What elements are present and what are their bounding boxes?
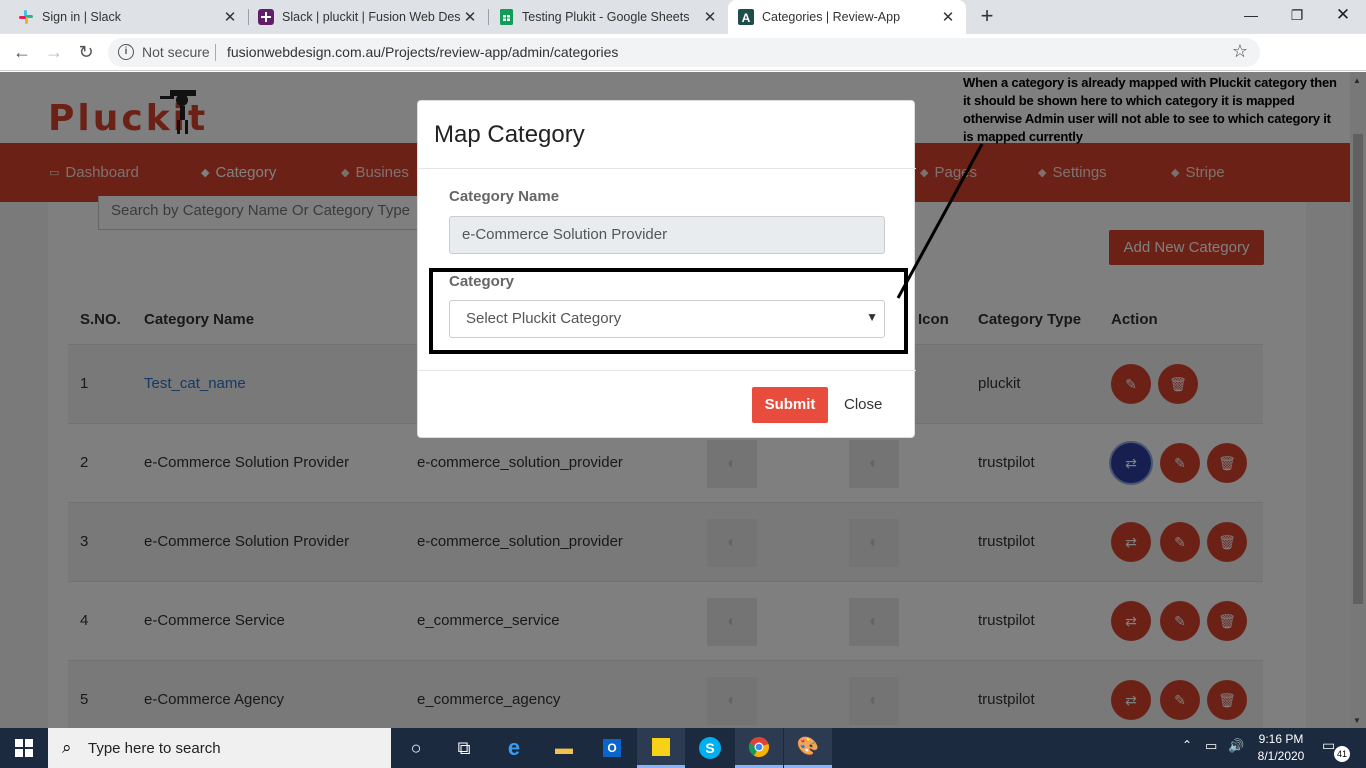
windows-taskbar: ⌕ Type here to search ○ ⧉ e ▬ O S 🎨 ⌃ ▭ … — [0, 728, 1366, 768]
close-icon[interactable]: ✕ — [938, 8, 958, 26]
minimize-button[interactable]: — — [1236, 4, 1266, 26]
tab-categories[interactable]: A Categories | Review-App ✕ — [728, 0, 966, 34]
battery-icon[interactable]: ▭ — [1205, 738, 1217, 754]
svg-text:A: A — [742, 11, 751, 25]
bookmark-star-icon[interactable]: ☆ — [1232, 41, 1248, 62]
security-label: Not secure — [142, 44, 210, 60]
clock-date: 8/1/2020 — [1257, 749, 1305, 763]
url-text[interactable]: fusionwebdesign.com.au/Projects/review-a… — [227, 44, 618, 60]
sticky-notes-icon[interactable] — [637, 728, 685, 768]
modal-title: Map Category — [434, 121, 585, 148]
tab-google-sheets[interactable]: Testing Plukit - Google Sheets ✕ — [488, 0, 728, 34]
chrome-logo-icon — [748, 736, 769, 757]
slack-icon — [258, 9, 274, 25]
category-name-label: Category Name — [449, 188, 560, 205]
reload-button[interactable]: ↻ — [75, 41, 97, 63]
forward-button[interactable]: → — [43, 41, 65, 63]
url-bar[interactable]: i Not secure fusionwebdesign.com.au/Proj… — [108, 38, 1260, 67]
new-tab-button[interactable]: + — [976, 5, 998, 27]
notifications-button[interactable]: ▭ 41 — [1322, 737, 1350, 762]
window-close-button[interactable]: ✕ — [1328, 4, 1358, 26]
volume-icon[interactable]: 🔊 — [1228, 738, 1244, 754]
cortana-icon[interactable]: ○ — [392, 728, 440, 768]
paint-icon[interactable]: 🎨 — [784, 728, 832, 768]
tab-slack-signin[interactable]: Sign in | Slack ✕ — [0, 0, 248, 34]
clock-time: 9:16 PM — [1258, 732, 1304, 746]
tab-label: Slack | pluckit | Fusion Web Desig — [282, 10, 460, 24]
tab-slack-pluckit[interactable]: Slack | pluckit | Fusion Web Desig ✕ — [248, 0, 488, 34]
close-icon[interactable]: ✕ — [700, 8, 720, 26]
submit-button[interactable]: Submit — [752, 387, 828, 423]
address-bar-row: ← → ↻ i Not secure fusionwebdesign.com.a… — [0, 34, 1366, 95]
browser-tab-bar: Sign in | Slack ✕ Slack | pluckit | Fusi… — [0, 0, 1366, 34]
start-button[interactable] — [0, 728, 48, 768]
windows-logo-icon — [15, 739, 33, 757]
restore-button[interactable]: ❐ — [1282, 4, 1312, 26]
taskbar-search-placeholder: Type here to search — [88, 739, 221, 757]
skype-icon[interactable]: S — [686, 728, 734, 768]
outlook-icon[interactable]: O — [588, 728, 636, 768]
annotation-note: When a category is already mapped with P… — [963, 75, 1337, 144]
task-view-icon[interactable]: ⧉ — [440, 728, 488, 768]
search-icon: ⌕ — [62, 738, 72, 757]
back-button[interactable]: ← — [11, 41, 33, 63]
close-icon[interactable]: ✕ — [220, 8, 240, 26]
edge-icon[interactable]: e — [490, 728, 538, 768]
tray-chevron-up-icon[interactable]: ⌃ — [1182, 738, 1192, 752]
annotation-highlight-box — [429, 268, 908, 354]
chrome-icon[interactable] — [735, 728, 783, 768]
tab-label: Testing Plukit - Google Sheets — [522, 10, 690, 24]
tab-label: Categories | Review-App — [762, 10, 901, 24]
taskbar-clock[interactable]: 9:16 PM 8/1/2020 — [1256, 731, 1306, 765]
close-button[interactable]: Close — [844, 387, 882, 423]
taskbar-search[interactable]: ⌕ Type here to search — [48, 728, 391, 768]
notification-count: 41 — [1334, 746, 1350, 762]
close-icon[interactable]: ✕ — [460, 8, 480, 26]
file-explorer-icon[interactable]: ▬ — [540, 728, 588, 768]
tab-label: Sign in | Slack — [42, 10, 121, 24]
info-icon[interactable]: i — [118, 44, 134, 60]
app-icon: A — [738, 9, 754, 25]
slack-icon — [18, 9, 34, 25]
sheets-icon — [498, 9, 514, 25]
category-name-field: e-Commerce Solution Provider — [449, 216, 885, 254]
